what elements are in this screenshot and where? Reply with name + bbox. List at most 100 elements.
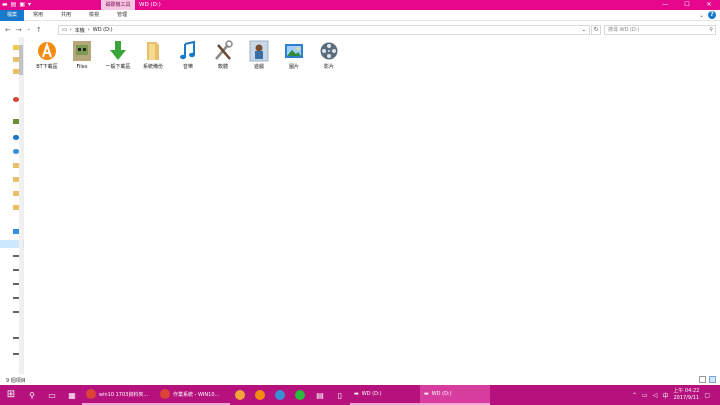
customize-arrow-icon[interactable]: ▾ [28,0,31,10]
item-label: 圖片 [288,64,299,70]
list-item[interactable]: 系統備份 [135,40,171,71]
drive-icon: ▬ [354,391,359,397]
ime-indicator[interactable]: 中 [662,391,668,400]
tab-home[interactable]: 常用 [24,10,52,21]
orange-sphere-icon[interactable] [250,385,270,405]
folder-icon [147,42,159,60]
list-item[interactable]: 影片 [311,40,347,71]
list-item[interactable]: 軟體 [205,40,241,71]
search-icon: ⚲ [709,27,713,33]
task-view-icon[interactable]: ▭ [42,385,62,405]
drive-icon: ▬ [424,391,429,397]
item-label: 軟體 [217,64,228,70]
address-dropdown-icon[interactable]: ⌄ [582,27,586,33]
breadcrumb-separator-icon[interactable]: › [88,27,90,33]
list-item[interactable]: Files [64,40,100,71]
tab-manage[interactable]: 管理 [108,10,136,21]
quick-access-toolbar: ▬ ▤ ▣ ▾ [0,0,31,10]
close-button[interactable]: ✕ [698,0,720,10]
forward-arrow-icon[interactable]: → [16,26,22,34]
new-folder-icon[interactable]: ▣ [19,0,25,10]
chrome-icon [160,389,170,399]
drive-small-icon: ▭ [62,27,67,33]
address-field[interactable]: ▭ › 本機 › WD (D:) ⌄ [58,25,590,35]
list-item[interactable]: 遊戲 [241,40,277,71]
window-controls: — ☐ ✕ [654,0,720,10]
tab-view[interactable]: 檢視 [80,10,108,21]
item-count: 9 個項目 [6,377,26,384]
status-bar: 9 個項目 [0,375,720,385]
taskbar-app-chrome-1[interactable]: win10 1703資料夾... [82,385,156,405]
taskbar-app-label: win10 1703資料夾... [99,391,149,398]
file-list: BT下載區 Files 一般下載區 系統備份 音樂 軟體 遊戲 圖片 影片 [28,40,718,370]
device-app-icon[interactable]: ▯ [330,385,350,405]
item-label: 遊戲 [253,64,264,70]
help-icon[interactable]: ? [708,11,716,19]
taskbar-app-label: 作業系統 - WIN10... [173,391,220,398]
taskbar-window-wd-1[interactable]: ▬ WD (D:) [350,385,420,405]
item-label: 音樂 [182,64,193,70]
title-bar: ▬ ▤ ▣ ▾ 磁碟機工具 WD (D:) — ☐ ✕ [0,0,720,10]
notification-icon[interactable]: ▢ [704,392,710,399]
list-item[interactable]: BT下載區 [29,40,65,71]
list-item[interactable]: 一般下載區 [100,40,136,71]
breadcrumb-separator-icon[interactable]: › [70,27,72,33]
tray-expand-icon[interactable]: ⌃ [632,392,637,399]
details-view-icon[interactable] [699,376,706,383]
start-button[interactable]: ⊞ [0,385,22,405]
clock-time: 上午 04:22 [673,388,700,394]
line-app-icon[interactable] [290,385,310,405]
item-label: 影片 [323,64,334,70]
mushroom-app-icon[interactable] [230,385,250,405]
expand-ribbon-icon[interactable]: ⌄ [699,12,704,19]
tab-file[interactable]: 檔案 [0,9,25,21]
tab-share[interactable]: 共用 [52,10,80,21]
store-icon[interactable]: ▦ [62,385,82,405]
game-icon [249,40,269,62]
navigation-buttons: ← → ⌄ ↑ [0,26,60,34]
ribbon: 檔案 常用 共用 檢視 管理 ⌄ ? [0,9,720,21]
up-arrow-icon[interactable]: ↑ [36,26,42,34]
clock-date: 2017/9/11 [673,395,700,401]
search-icon[interactable]: ⚲ [22,385,42,405]
taskbar-app-chrome-2[interactable]: 作業系統 - WIN10... [156,385,230,405]
recent-locations-icon[interactable]: ⌄ [27,26,31,34]
film-reel-icon [320,42,338,60]
window-title: WD (D:) [139,2,161,8]
orange-sphere-icon [38,41,56,60]
maximize-button[interactable]: ☐ [676,0,698,10]
tools-icon [215,40,233,60]
item-label: BT下載區 [36,64,58,70]
chrome-icon [86,389,96,399]
address-bar-row: ← → ⌄ ↑ ▭ › 本機 › WD (D:) ⌄ ↻ 搜尋 WD (D:) … [0,23,720,37]
back-arrow-icon[interactable]: ← [5,26,11,34]
taskbar-window-wd-2[interactable]: ▬ WD (D:) [420,385,490,405]
minimize-button[interactable]: — [654,0,676,10]
drive-icon[interactable]: ▬ [2,0,8,10]
taskbar: ⊞ ⚲ ▭ ▦ win10 1703資料夾... 作業系統 - WIN10...… [0,385,720,405]
download-arrow-icon [110,41,126,60]
large-icons-view-icon[interactable] [709,376,716,383]
item-label: Files [76,64,88,70]
system-tray: ⌃ ▭ ◁ 中 上午 04:22 2017/9/11 ▢ [632,385,720,405]
item-label: 一般下載區 [105,64,131,70]
breadcrumb-drive[interactable]: WD (D:) [93,27,113,33]
blue-app-icon[interactable] [270,385,290,405]
context-tab-drive-tools[interactable]: 磁碟機工具 [101,0,135,10]
view-switcher [699,376,716,383]
list-item[interactable]: 圖片 [276,40,312,71]
breadcrumb-this-pc[interactable]: 本機 [75,27,85,34]
battery-icon[interactable]: ▭ [642,392,648,399]
scrollbar-thumb[interactable] [19,45,23,75]
search-placeholder: 搜尋 WD (D:) [608,27,640,33]
volume-icon[interactable]: ◁ [653,392,658,399]
properties-icon[interactable]: ▤ [11,0,17,10]
music-note-icon [180,40,195,60]
clock[interactable]: 上午 04:22 2017/9/11 [673,388,699,402]
navigation-pane-scrollbar[interactable] [19,37,23,374]
list-item[interactable]: 音樂 [170,40,206,71]
refresh-button[interactable]: ↻ [591,25,601,35]
item-label: 系統備份 [142,64,163,70]
search-input[interactable]: 搜尋 WD (D:) ⚲ [604,25,716,35]
film-app-icon[interactable]: ▤ [310,385,330,405]
